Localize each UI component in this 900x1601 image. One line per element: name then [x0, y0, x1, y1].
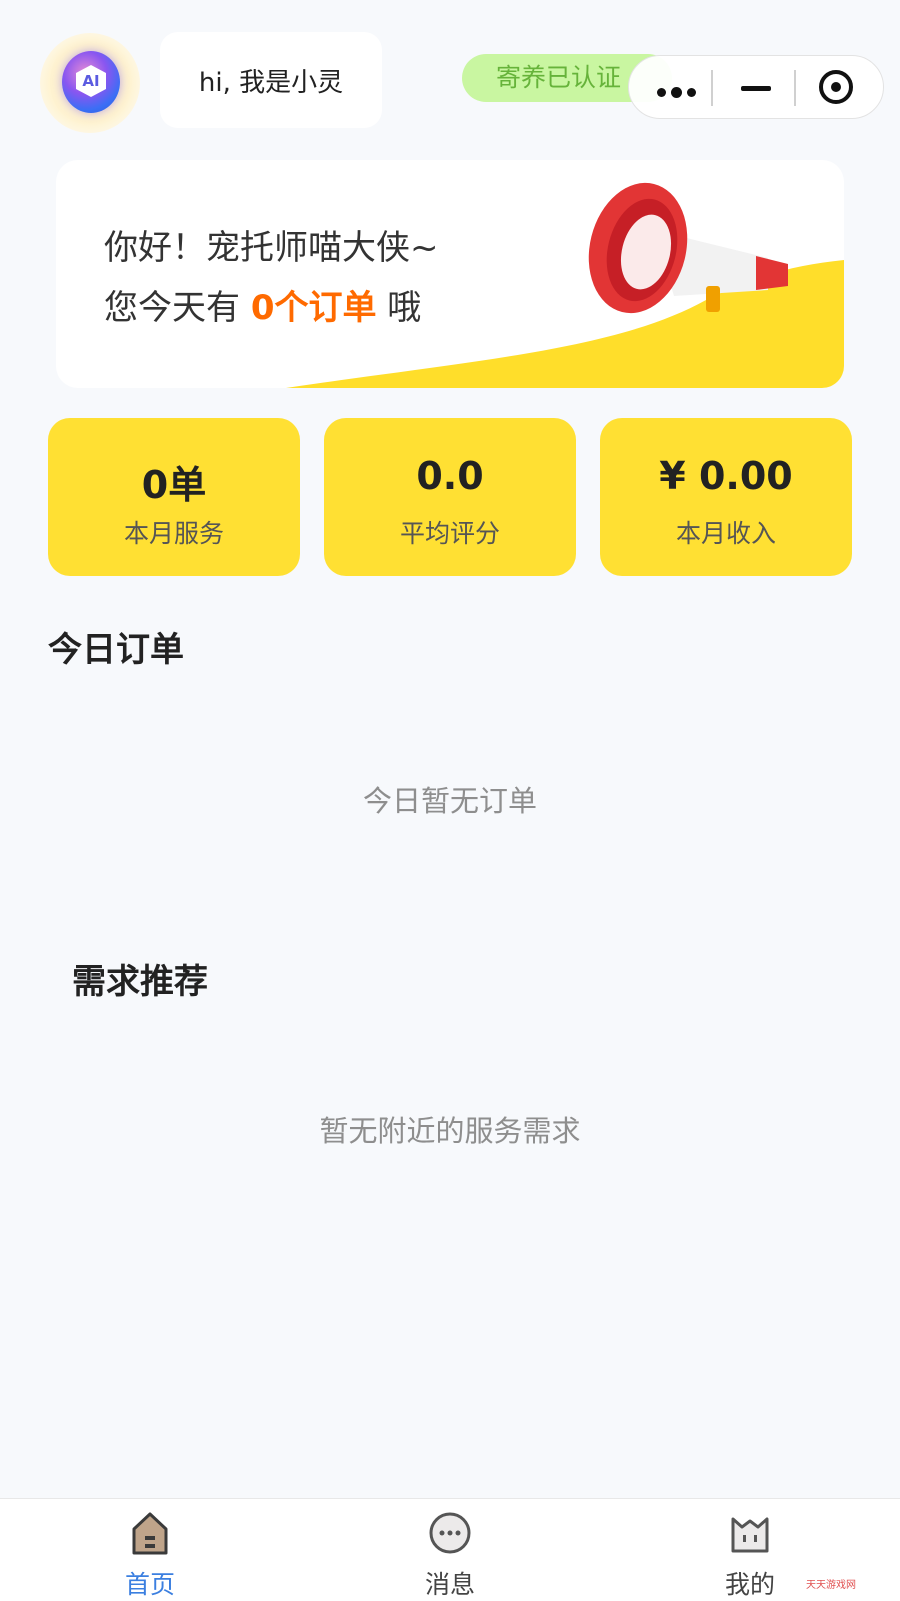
ai-hex-icon: AI	[76, 65, 106, 97]
bottom-tab-bar: 首页 消息 我的	[0, 1498, 900, 1601]
tab-messages[interactable]: 消息	[390, 1499, 510, 1601]
top-bar: AI hi, 我是小灵 寄养已认证	[0, 0, 900, 140]
banner-order-summary: 您今天有 0个订单 哦	[104, 280, 421, 329]
mini-program-capsule	[628, 55, 884, 119]
profile-icon	[731, 1517, 769, 1553]
ai-orb-icon: AI	[62, 51, 120, 113]
today-orders-empty: 今日暂无订单	[362, 784, 537, 818]
banner-order-count: 0个订单	[250, 288, 377, 328]
megaphone-icon	[588, 182, 788, 314]
tab-label: 首页	[124, 1570, 175, 1599]
stat-card-monthly-income[interactable]: ¥ 0.00 本月收入	[600, 418, 852, 576]
stat-value: 0.0	[416, 454, 484, 498]
stat-label: 本月收入	[675, 519, 776, 548]
demand-recommend-title: 需求推荐	[72, 962, 208, 1002]
home-icon	[132, 1512, 168, 1555]
minimize-icon[interactable]	[741, 86, 771, 91]
tab-label: 消息	[424, 1570, 475, 1599]
demand-empty: 暂无附近的服务需求	[319, 1114, 581, 1148]
site-watermark: 天天游戏网	[806, 1580, 856, 1591]
message-icon	[429, 1512, 471, 1554]
tab-home[interactable]: 首页	[90, 1499, 210, 1601]
capsule-divider	[794, 70, 796, 106]
close-target-icon[interactable]	[819, 70, 853, 104]
today-orders-title: 今日订单	[48, 630, 184, 670]
tab-label: 我的	[724, 1570, 775, 1599]
stat-card-monthly-service[interactable]: 0单 本月服务	[48, 418, 300, 576]
more-icon[interactable]	[657, 82, 701, 101]
tab-profile[interactable]: 我的	[690, 1499, 810, 1601]
stat-label: 平均评分	[399, 519, 500, 548]
welcome-banner: 你好！宠托师喵大侠~ 您今天有 0个订单 哦	[56, 160, 844, 388]
ai-avatar-text: AI	[82, 72, 100, 90]
stat-label: 本月服务	[123, 519, 224, 548]
ai-assistant-avatar[interactable]: AI	[40, 33, 140, 133]
banner-prefix: 您今天有	[104, 288, 251, 328]
capsule-divider	[711, 70, 713, 106]
stat-card-average-rating[interactable]: 0.0 平均评分	[324, 418, 576, 576]
assistant-greeting-bubble[interactable]: hi, 我是小灵	[160, 32, 382, 128]
banner-greeting: 你好！宠托师喵大侠~	[104, 228, 439, 268]
stat-value: 0单	[141, 463, 207, 507]
banner-suffix: 哦	[376, 288, 422, 328]
stat-value: ¥ 0.00	[659, 454, 793, 498]
